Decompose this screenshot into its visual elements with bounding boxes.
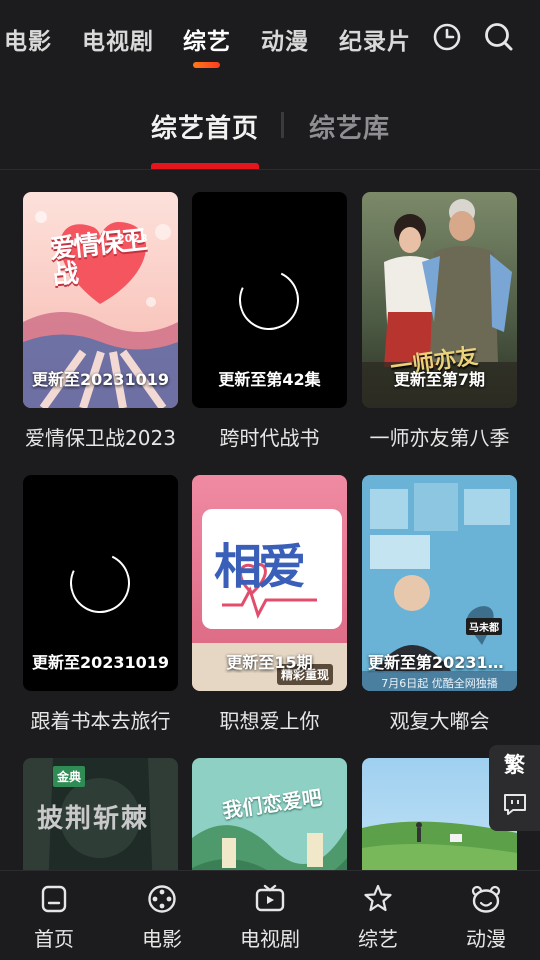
nav-label: 电影	[142, 927, 182, 951]
sub-tab-divider	[281, 112, 284, 138]
poster-title-art: 相爱	[214, 539, 306, 595]
show-card[interactable]: 一师亦友 更新至第7期 一师亦友第八季	[362, 192, 517, 451]
update-status: 更新至20231019	[31, 370, 170, 389]
show-title: 一师亦友第八季	[369, 426, 510, 450]
nav-label: 首页	[34, 927, 74, 951]
side-widget: 繁	[489, 745, 540, 831]
bear-icon	[470, 883, 502, 915]
show-title: 爱情保卫战2023	[25, 426, 176, 450]
loading-spinner-icon	[61, 544, 139, 622]
show-poster[interactable]: 一师亦友 更新至第7期	[362, 192, 517, 408]
nav-item-variety[interactable]: 综艺	[324, 871, 432, 960]
bottom-nav: 首页 电影 电视剧 综艺 动漫	[0, 870, 540, 960]
update-status: 更新至15期	[226, 653, 313, 672]
show-card[interactable]: 我们恋爱吧	[192, 758, 347, 872]
traditional-chinese-toggle[interactable]: 繁	[489, 749, 540, 779]
top-nav: 电影 电视剧 综艺 动漫 纪录片	[0, 0, 540, 80]
tab-variety[interactable]: 综艺	[183, 22, 231, 56]
update-status: 更新至第42集	[218, 370, 321, 389]
show-poster[interactable]: 相爱 精彩重现 更新至15期	[192, 475, 347, 691]
show-card[interactable]: 金典 披荆斩棘	[23, 758, 178, 872]
show-poster[interactable]: 马未都 更新至第20231019 7月6日起 优酷全网独播	[362, 475, 517, 691]
divider	[0, 169, 540, 170]
show-card[interactable]: 爱情保卫战 2023 更新至20231019 爱情保卫战2023	[23, 192, 178, 451]
show-title: 跟着书本去旅行	[30, 709, 171, 733]
poster-tag: 马未都	[466, 618, 502, 635]
show-poster[interactable]: 金典 披荆斩棘	[23, 758, 178, 872]
tab-anime[interactable]: 动漫	[261, 22, 309, 56]
tab-tv-series[interactable]: 电视剧	[82, 22, 154, 56]
sub-tabs: 综艺首页 综艺库	[0, 90, 540, 170]
show-card[interactable]: 更新至第42集 跨时代战书	[192, 192, 347, 451]
nav-item-home[interactable]: 首页	[0, 871, 108, 960]
home-icon	[38, 883, 70, 915]
tv-icon	[254, 883, 286, 915]
loading-spinner-icon	[230, 261, 308, 339]
nav-item-anime[interactable]: 动漫	[432, 871, 540, 960]
show-card[interactable]: 马未都 更新至第20231019 7月6日起 优酷全网独播 观复大嘟会	[362, 475, 517, 734]
show-title: 职想爱上你	[219, 709, 320, 733]
subtab-variety-home[interactable]: 综艺首页	[151, 108, 259, 145]
poster-badge: 金典	[53, 766, 86, 787]
film-reel-icon	[146, 883, 178, 915]
update-status: 更新至第20231019	[368, 653, 517, 672]
poster-title-art: 披荆斩棘	[37, 804, 150, 834]
subtab-variety-library[interactable]: 综艺库	[309, 108, 390, 145]
show-poster[interactable]: 更新至20231019	[23, 475, 178, 691]
show-title: 观复大嘟会	[389, 709, 490, 733]
active-tab-indicator	[193, 62, 220, 68]
update-status: 更新至20231019	[31, 653, 170, 672]
show-poster[interactable]: 爱情保卫战 2023 更新至20231019	[23, 192, 178, 408]
nav-item-movie[interactable]: 电影	[108, 871, 216, 960]
poster-year: 2023	[117, 232, 148, 245]
poster-caption: 7月6日起 优酷全网独播	[381, 677, 498, 690]
history-icon[interactable]	[430, 20, 464, 54]
update-status: 更新至第7期	[393, 370, 486, 389]
tab-movie[interactable]: 电影	[4, 22, 52, 56]
feedback-icon[interactable]	[502, 791, 528, 817]
nav-label: 电视剧	[240, 927, 300, 951]
nav-label: 综艺	[358, 927, 398, 951]
show-poster[interactable]: 更新至第42集	[192, 192, 347, 408]
star-icon	[362, 883, 394, 915]
show-card[interactable]: 相爱 精彩重现 更新至15期 职想爱上你	[192, 475, 347, 734]
nav-label: 动漫	[466, 927, 506, 951]
tab-documentary[interactable]: 纪录片	[339, 22, 411, 56]
show-poster[interactable]: 我们恋爱吧	[192, 758, 347, 872]
search-icon[interactable]	[482, 20, 516, 54]
show-title: 跨时代战书	[219, 426, 320, 450]
show-card[interactable]: 更新至20231019 跟着书本去旅行	[23, 475, 178, 734]
content-grid: 爱情保卫战 2023 更新至20231019 爱情保卫战2023 更新至第42集…	[0, 192, 540, 872]
nav-item-tv[interactable]: 电视剧	[216, 871, 324, 960]
